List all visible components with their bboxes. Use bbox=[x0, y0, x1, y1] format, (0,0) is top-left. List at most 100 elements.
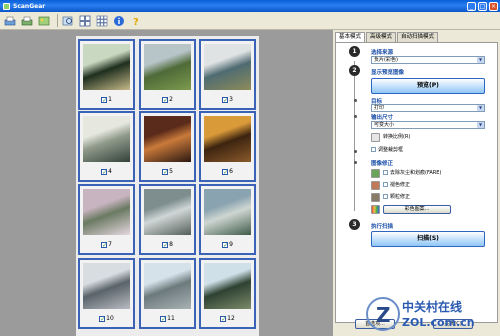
thumbnail-number: 12 bbox=[227, 315, 235, 322]
window-title: ScanGear bbox=[13, 2, 46, 10]
thumbnail-checkbox[interactable]: ✓ bbox=[162, 241, 168, 248]
crop-frame-option[interactable]: 调整裁剪框 bbox=[371, 147, 403, 154]
preview-button[interactable]: 预览(P) bbox=[371, 78, 485, 94]
app-icon bbox=[3, 2, 10, 10]
thumbnail-number: 4 bbox=[108, 168, 112, 175]
thumbnail-frame[interactable]: ✓ 12 bbox=[199, 258, 256, 329]
thumbnail-checkbox[interactable]: ✓ bbox=[101, 241, 107, 248]
thumbnail-frame[interactable]: ✓ 2 bbox=[139, 39, 196, 110]
thumbnail-number: 9 bbox=[229, 241, 233, 248]
thumbnail-image[interactable] bbox=[204, 189, 251, 235]
thumbnail-image[interactable] bbox=[204, 116, 251, 162]
execute-scan-heading: 执行扫描 bbox=[371, 224, 394, 230]
output-size-select[interactable]: 可变大小 ▼ bbox=[371, 121, 485, 129]
thumbnail-image[interactable] bbox=[144, 263, 191, 309]
thumbnail-checkbox[interactable]: ✓ bbox=[101, 96, 107, 103]
thumbnail-label: ✓ 1 bbox=[80, 96, 133, 103]
thumbnail-image[interactable] bbox=[83, 44, 130, 90]
thumbnail-checkbox[interactable]: ✓ bbox=[162, 96, 168, 103]
output-size-label: 输出尺寸 bbox=[371, 115, 394, 121]
dust-removal-checkbox[interactable] bbox=[383, 170, 388, 175]
maximize-button[interactable]: □ bbox=[478, 1, 487, 11]
thumbnail-frame[interactable]: ✓ 1 bbox=[78, 39, 135, 110]
zoom-icon[interactable] bbox=[61, 14, 75, 28]
output-size-select-value: 可变大小 bbox=[374, 122, 395, 128]
grain-correction-checkbox[interactable] bbox=[383, 194, 388, 199]
thumbnail-label: ✓ 8 bbox=[141, 241, 194, 248]
thumbnail-image[interactable] bbox=[83, 189, 130, 235]
destination-select[interactable]: 打印 ▼ bbox=[371, 104, 485, 112]
thumbnail-number: 6 bbox=[229, 168, 233, 175]
help-icon[interactable]: ? bbox=[129, 14, 143, 28]
thumbnail-label: ✓ 4 bbox=[80, 168, 133, 175]
bullet-dot bbox=[354, 99, 357, 102]
thumbnail-checkbox[interactable]: ✓ bbox=[220, 315, 226, 322]
close-window-button[interactable]: × bbox=[489, 1, 498, 11]
scan-alt-icon[interactable] bbox=[20, 14, 34, 28]
scan-icon[interactable] bbox=[3, 14, 17, 28]
close-button[interactable]: 关闭(C) bbox=[433, 319, 473, 329]
source-select[interactable]: 负片(彩色) ▼ bbox=[371, 56, 485, 64]
minimize-button[interactable]: _ bbox=[467, 1, 476, 11]
thumbnail-frame[interactable]: ✓ 10 bbox=[78, 258, 135, 329]
tab-auto-scan-mode[interactable]: 自动扫描模式 bbox=[397, 32, 439, 42]
thumbnail-image[interactable] bbox=[144, 44, 191, 90]
thumbnail-image[interactable] bbox=[144, 189, 191, 235]
step-1-badge: 1 bbox=[349, 46, 360, 57]
svg-text:?: ? bbox=[133, 17, 139, 27]
info-icon[interactable] bbox=[112, 14, 126, 28]
thumbnail-label: ✓ 6 bbox=[201, 168, 254, 175]
thumbnail-frame[interactable]: ✓ 11 bbox=[139, 258, 196, 329]
thumbnail-frame[interactable]: ✓ 4 bbox=[78, 111, 135, 182]
step-2-badge: 2 bbox=[349, 65, 360, 76]
color-pattern-button[interactable]: 彩色图案... bbox=[383, 205, 451, 214]
convert-ratio-label[interactable]: 转换比例(R) bbox=[383, 134, 410, 141]
thumbnail-checkbox[interactable]: ✓ bbox=[162, 168, 168, 175]
grain-correction-label: 颗粒修正 bbox=[390, 194, 411, 200]
thumbnail-image[interactable] bbox=[83, 263, 130, 309]
thumbnail-frame[interactable]: ✓ 8 bbox=[139, 184, 196, 255]
thumbnail-number: 8 bbox=[169, 241, 173, 248]
crop-frame-checkbox[interactable] bbox=[371, 147, 376, 152]
thumbnail-label: ✓ 7 bbox=[80, 241, 133, 248]
grid-large-icon[interactable] bbox=[78, 14, 92, 28]
crop-frame-label: 调整裁剪框 bbox=[378, 147, 404, 153]
bullet-dot bbox=[354, 161, 357, 164]
grain-correction-option[interactable]: 颗粒修正 bbox=[383, 194, 410, 201]
thumbnail-frame[interactable]: ✓ 3 bbox=[199, 39, 256, 110]
grid-small-icon[interactable] bbox=[95, 14, 109, 28]
scan-button[interactable]: 扫描(S) bbox=[371, 231, 485, 247]
toolbar: ? bbox=[0, 12, 500, 30]
thumbnail-grid: ✓ 1 ✓ 2 ✓ 3 ✓ 4 ✓ 5 ✓ 6 ✓ 7 ✓ 8 ✓ 9 ✓ 10 ✓ 11 ✓ 12 bbox=[76, 36, 259, 336]
preferences-button[interactable]: 首选项... bbox=[355, 319, 395, 329]
thumbnail-checkbox[interactable]: ✓ bbox=[222, 168, 228, 175]
image-icon[interactable] bbox=[37, 14, 51, 28]
thumbnail-frame[interactable]: ✓ 6 bbox=[199, 111, 256, 182]
dust-removal-option[interactable]: 去除灰尘和划痕(FARE) bbox=[383, 170, 441, 177]
toolbar-separator bbox=[57, 14, 58, 27]
thumbnail-image[interactable] bbox=[83, 116, 130, 162]
tab-advanced-mode[interactable]: 高级模式 bbox=[366, 32, 397, 42]
tab-basic-mode[interactable]: 基本模式 bbox=[335, 32, 366, 42]
thumbnail-checkbox[interactable]: ✓ bbox=[160, 315, 166, 322]
settings-pane: 基本模式 高级模式 自动扫描模式 1 选择来源 负片(彩色) ▼ 2 显示预览图像… bbox=[333, 30, 500, 336]
thumbnail-checkbox[interactable]: ✓ bbox=[101, 168, 107, 175]
thumbnail-checkbox[interactable]: ✓ bbox=[222, 241, 228, 248]
thumbnail-area: ✓ 1 ✓ 2 ✓ 3 ✓ 4 ✓ 5 ✓ 6 ✓ 7 ✓ 8 ✓ 9 ✓ 10 ✓ 11 ✓ 12 bbox=[0, 30, 333, 336]
thumbnail-label: ✓ 5 bbox=[141, 168, 194, 175]
aspect-ratio-icon bbox=[371, 133, 380, 142]
thumbnail-checkbox[interactable]: ✓ bbox=[99, 315, 105, 322]
step-3-badge: 3 bbox=[349, 219, 360, 230]
thumbnail-image[interactable] bbox=[204, 263, 251, 309]
thumbnail-frame[interactable]: ✓ 7 bbox=[78, 184, 135, 255]
thumbnail-checkbox[interactable]: ✓ bbox=[222, 96, 228, 103]
thumbnail-number: 2 bbox=[169, 96, 173, 103]
thumbnail-label: ✓ 10 bbox=[80, 315, 133, 322]
show-preview-heading: 显示预览图像 bbox=[371, 70, 405, 76]
fading-correction-option[interactable]: 褪色修正 bbox=[383, 182, 410, 189]
thumbnail-frame[interactable]: ✓ 9 bbox=[199, 184, 256, 255]
fading-correction-checkbox[interactable] bbox=[383, 182, 388, 187]
thumbnail-frame[interactable]: ✓ 5 bbox=[139, 111, 196, 182]
thumbnail-image[interactable] bbox=[204, 44, 251, 90]
thumbnail-image[interactable] bbox=[144, 116, 191, 162]
